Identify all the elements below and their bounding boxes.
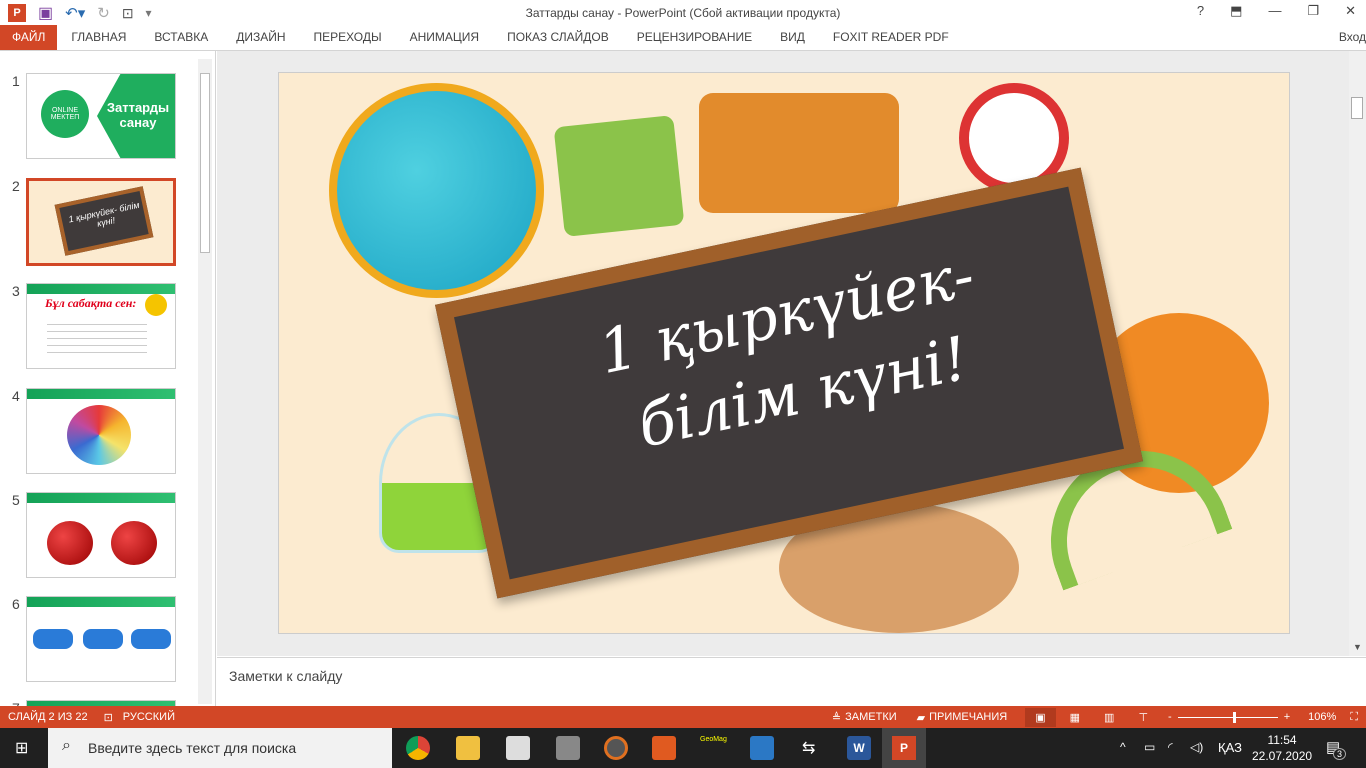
fit-to-window-icon[interactable]: ⛶ xyxy=(1350,711,1358,724)
tab-slideshow[interactable]: ПОКАЗ СЛАЙДОВ xyxy=(493,25,623,50)
tab-design[interactable]: ДИЗАЙН xyxy=(222,25,299,50)
volume-icon[interactable]: ◁) xyxy=(1190,740,1203,754)
notification-count: 3 xyxy=(1333,748,1347,760)
tab-transitions[interactable]: ПЕРЕХОДЫ xyxy=(300,25,396,50)
calculator-image xyxy=(553,115,685,237)
slide-number: 1 xyxy=(12,73,20,89)
slide-thumbnails-panel: 1 ONLINE МЕКТЕП Заттарды санау 2 1 қыркү… xyxy=(0,51,216,706)
bag-image xyxy=(699,93,899,213)
scrollbar-thumb[interactable] xyxy=(1351,97,1363,119)
tab-view[interactable]: ВИД xyxy=(766,25,819,50)
tab-insert[interactable]: ВСТАВКА xyxy=(140,25,222,50)
editor-scrollbar[interactable]: ▼ xyxy=(1349,51,1366,656)
taskbar-search-input[interactable]: Введите здесь текст для поиска xyxy=(48,728,392,768)
windows-start-icon[interactable]: ⊞ xyxy=(15,738,28,758)
notes-toggle-icon[interactable]: ≜ xyxy=(832,711,841,724)
tab-animation[interactable]: АНИМАЦИЯ xyxy=(396,25,493,50)
comments-button[interactable]: ПРИМЕЧАНИЯ xyxy=(929,711,1007,723)
slide-title: Бұл сабақта сен: xyxy=(45,296,137,310)
scrollbar-thumb[interactable] xyxy=(200,73,210,253)
wifi-icon[interactable]: ◜ xyxy=(1168,740,1173,754)
zoom-out-button[interactable]: - xyxy=(1168,711,1172,723)
slide-counter: СЛАЙД 2 ИЗ 22 xyxy=(8,711,88,723)
zoom-level[interactable]: 106% xyxy=(1308,711,1336,723)
slideshow-button[interactable]: ⊤ xyxy=(1138,711,1148,724)
chrome-icon[interactable] xyxy=(406,736,430,760)
online-mektep-logo: ONLINE МЕКТЕП xyxy=(41,90,89,138)
normal-view-button[interactable]: ▣ xyxy=(1025,707,1056,727)
restore-button[interactable]: ❐ xyxy=(1307,3,1319,19)
sign-in-link[interactable]: Вход xyxy=(1339,25,1366,50)
slide-number: 2 xyxy=(12,178,20,194)
tab-review[interactable]: РЕЦЕНЗИРОВАНИЕ xyxy=(623,25,766,50)
media-player-icon[interactable] xyxy=(604,736,628,760)
current-slide[interactable]: 1 қыркүйек- білім күні! xyxy=(278,72,1290,634)
next-slide-button[interactable]: ▼ xyxy=(1353,642,1362,652)
title-bar: P ▣ ↶▾ ↻ ⊡ ▾ Заттарды санау - PowerPoint… xyxy=(0,0,1366,25)
comments-icon[interactable]: ▰ xyxy=(917,711,925,724)
mail-icon[interactable] xyxy=(750,736,774,760)
video-app-icon[interactable] xyxy=(652,736,676,760)
slide-title: Заттарды санау xyxy=(106,100,170,130)
ribbon-tabs: ФАЙЛ ГЛАВНАЯ ВСТАВКА ДИЗАЙН ПЕРЕХОДЫ АНИ… xyxy=(0,25,1366,50)
ribbon-display-icon[interactable]: ⬒ xyxy=(1230,3,1242,19)
tab-file[interactable]: ФАЙЛ xyxy=(0,25,58,50)
slide-sorter-button[interactable]: ▦ xyxy=(1070,711,1080,724)
geomag-icon[interactable]: GeoMag xyxy=(700,736,727,760)
car-image xyxy=(33,629,73,649)
slide-editor: 1 қыркүйек- білім күні! xyxy=(217,51,1349,656)
thumbnails-scrollbar[interactable] xyxy=(198,59,212,704)
slide-number: 4 xyxy=(12,388,20,404)
zoom-slider[interactable] xyxy=(1177,711,1278,723)
globe-image xyxy=(329,83,544,298)
language-indicator[interactable]: РУССКИЙ xyxy=(123,711,175,723)
car-image xyxy=(83,629,123,649)
apple-image xyxy=(111,521,157,565)
slide-number: 6 xyxy=(12,596,20,612)
tab-home[interactable]: ГЛАВНАЯ xyxy=(57,25,140,50)
tab-foxit[interactable]: FOXIT READER PDF xyxy=(819,25,963,50)
reading-view-button[interactable]: ▥ xyxy=(1104,711,1114,724)
file-explorer-icon[interactable] xyxy=(456,736,480,760)
slide-number: 3 xyxy=(12,283,20,299)
taskbar: ⊞ Введите здесь текст для поиска ⌕ GeoMa… xyxy=(0,728,1366,768)
help-button[interactable]: ? xyxy=(1197,3,1204,19)
minimize-button[interactable]: — xyxy=(1268,3,1281,19)
switch-app-icon[interactable]: ⇆ xyxy=(802,738,815,758)
slide-number: 5 xyxy=(12,492,20,508)
zoom-in-button[interactable]: + xyxy=(1284,711,1290,723)
spellcheck-icon[interactable]: ⊡ xyxy=(104,711,113,724)
ball-image xyxy=(67,405,131,465)
powerpoint-taskbar-button[interactable]: P xyxy=(882,728,926,768)
word-icon[interactable]: W xyxy=(847,736,871,760)
clock[interactable]: 11:54 22.07.2020 xyxy=(1252,732,1312,764)
calculator-icon[interactable] xyxy=(556,736,580,760)
status-bar: СЛАЙД 2 ИЗ 22 ⊡ РУССКИЙ ≜ ЗАМЕТКИ ▰ ПРИМ… xyxy=(0,706,1366,728)
clock-time: 11:54 xyxy=(1267,733,1297,747)
window-title: Заттарды санау - PowerPoint (Сбой актива… xyxy=(525,6,841,20)
car-image xyxy=(131,629,171,649)
input-language[interactable]: ҚАЗ xyxy=(1218,740,1242,755)
notes-button[interactable]: ЗАМЕТКИ xyxy=(845,711,897,723)
notes-pane[interactable]: Заметки к слайду xyxy=(217,657,1366,706)
tray-expand-icon[interactable]: ^ xyxy=(1120,740,1126,754)
search-icon: ⌕ xyxy=(62,737,71,754)
math-app-icon[interactable] xyxy=(506,736,530,760)
clock-date: 22.07.2020 xyxy=(1252,749,1313,763)
close-button[interactable]: ✕ xyxy=(1345,3,1356,19)
battery-icon[interactable]: ▭ xyxy=(1144,740,1155,754)
apple-image xyxy=(47,521,93,565)
zoom-slider-thumb[interactable] xyxy=(1232,711,1236,723)
